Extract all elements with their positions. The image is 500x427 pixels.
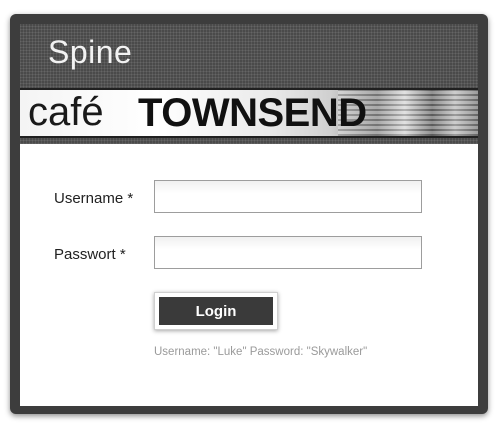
password-label: Passwort * [54,246,126,263]
brand-banner: café TOWNSEND [20,88,478,138]
password-input[interactable] [154,236,422,269]
brand-cafe-text: café [28,90,104,134]
app-header: Spine café TOWNSEND [20,24,478,144]
username-label: Username * [54,190,134,207]
app-title: Spine [48,34,133,70]
login-button-frame: Login [154,292,278,330]
credentials-hint: Username: "Luke" Password: "Skywalker" [154,346,368,358]
login-button[interactable]: Login [159,297,273,325]
brand-townsend-text: TOWNSEND [138,91,367,135]
username-input[interactable] [154,180,422,213]
login-form: Username * Passwort * Login Username: "L… [20,144,478,406]
login-window: Spine café TOWNSEND Username * Passwort … [10,14,488,414]
